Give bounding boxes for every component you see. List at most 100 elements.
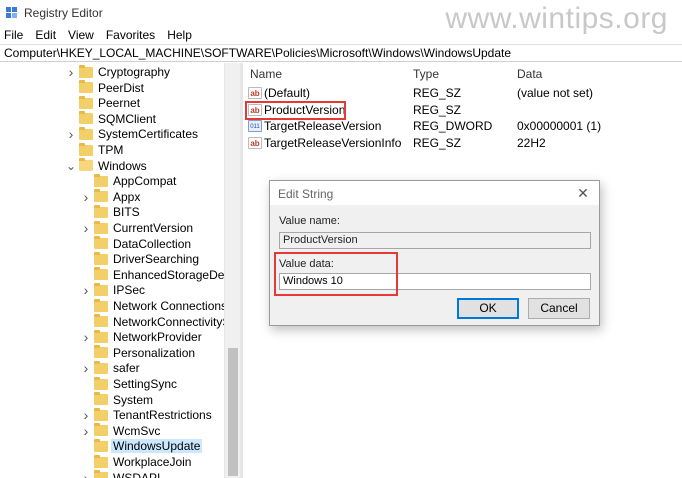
- folder-icon: [94, 360, 108, 374]
- menu-favorites[interactable]: Favorites: [100, 26, 161, 44]
- column-header-data[interactable]: Data: [517, 67, 542, 81]
- tree-item[interactable]: WorkplaceJoin: [81, 454, 193, 470]
- menu-help[interactable]: Help: [161, 26, 198, 44]
- value-data-cell: (value not set): [517, 86, 594, 100]
- value-row[interactable]: ab (Default) REG_SZ (value not set): [243, 85, 682, 101]
- folder-icon: [79, 95, 93, 109]
- chevron-right-icon[interactable]: ›: [81, 189, 91, 205]
- tree-item[interactable]: › TenantRestrictions: [81, 407, 214, 423]
- folder-icon: [94, 454, 108, 468]
- folder-icon: [79, 111, 93, 125]
- tree-item[interactable]: DataCollection: [81, 236, 193, 252]
- value-type-cell: REG_DWORD: [413, 119, 493, 134]
- expander-placeholder: [66, 95, 76, 111]
- folder-icon: [94, 423, 108, 437]
- key-tree: › Cryptography PeerDist Peernet SQMClient › Sy…: [0, 63, 240, 478]
- expander-placeholder: [81, 204, 91, 220]
- tree-item[interactable]: WindowsUpdate: [81, 438, 203, 454]
- value-data-cell: 0x00000001 (1): [517, 119, 602, 134]
- tree-item[interactable]: SettingSync: [81, 376, 179, 392]
- folder-icon: [94, 282, 108, 296]
- column-header-name[interactable]: Name: [250, 67, 282, 81]
- tree-item[interactable]: › WcmSvc: [81, 423, 162, 439]
- chevron-right-icon[interactable]: ›: [81, 360, 91, 376]
- string-value-icon: ab: [248, 137, 262, 150]
- tree-item-label: Windows: [98, 158, 147, 173]
- expander-placeholder: [66, 111, 76, 127]
- tree-item-label: safer: [113, 361, 140, 376]
- chevron-right-icon[interactable]: ›: [66, 64, 76, 80]
- tree-item-label: PeerDist: [98, 80, 145, 95]
- chevron-down-icon[interactable]: ⌄: [66, 158, 76, 174]
- menu-bar: File Edit View Favorites Help: [0, 26, 682, 44]
- tree-item[interactable]: TPM: [66, 142, 125, 158]
- tree-item[interactable]: › Cryptography: [66, 64, 172, 80]
- tree-item[interactable]: DriverSearching: [81, 251, 201, 267]
- tree-item[interactable]: EnhancedStorageDevices: [81, 267, 240, 283]
- tree-item-label: IPSec: [113, 283, 146, 298]
- address-bar[interactable]: Computer\HKEY_LOCAL_MACHINE\SOFTWARE\Pol…: [0, 44, 682, 62]
- tree-item-label: WSDAPI: [113, 470, 161, 478]
- tree-item[interactable]: › NetworkProvider: [81, 329, 204, 345]
- menu-edit[interactable]: Edit: [29, 26, 62, 44]
- tree-item[interactable]: › IPSec: [81, 282, 147, 298]
- close-icon[interactable]: ✕: [575, 185, 591, 202]
- tree-item[interactable]: › safer: [81, 360, 142, 376]
- value-row[interactable]: 011 TargetReleaseVersion REG_DWORD 0x000000…: [243, 118, 682, 134]
- menu-view[interactable]: View: [62, 26, 100, 44]
- tree-item[interactable]: Personalization: [81, 345, 197, 361]
- chevron-right-icon[interactable]: ›: [66, 126, 76, 142]
- tree-item[interactable]: › SystemCertificates: [66, 126, 200, 142]
- tree-item[interactable]: › Appx: [81, 189, 142, 205]
- folder-icon: [94, 298, 108, 312]
- value-row[interactable]: ab TargetReleaseVersionInfo REG_SZ 22H2: [243, 135, 682, 151]
- tree-item[interactable]: System: [81, 392, 155, 408]
- chevron-right-icon[interactable]: ›: [81, 423, 91, 439]
- tree-item[interactable]: BITS: [81, 204, 142, 220]
- tree-item[interactable]: ⌄ Windows: [66, 158, 149, 174]
- chevron-right-icon[interactable]: ›: [81, 282, 91, 298]
- chevron-right-icon[interactable]: ›: [81, 470, 91, 478]
- expander-placeholder: [81, 454, 91, 470]
- expander-placeholder: [81, 438, 91, 454]
- tree-item-label: TPM: [98, 143, 124, 157]
- tree-item-label: DriverSearching: [113, 252, 200, 267]
- tree-item-label: WorkplaceJoin: [113, 455, 192, 469]
- chevron-right-icon[interactable]: ›: [81, 220, 91, 236]
- tree-item[interactable]: AppCompat: [81, 173, 178, 189]
- tree-item[interactable]: Peernet: [66, 95, 142, 111]
- ok-button[interactable]: OK: [457, 298, 519, 319]
- tree-item[interactable]: NetworkConnectivityStatusIndicator: [81, 314, 240, 330]
- folder-icon: [94, 392, 108, 406]
- tree-item[interactable]: SQMClient: [66, 111, 158, 127]
- value-data-cell: 22H2: [517, 136, 546, 151]
- expander-placeholder: [81, 392, 91, 408]
- tree-scrollbar[interactable]: [224, 63, 240, 478]
- chevron-right-icon[interactable]: ›: [81, 407, 91, 423]
- expander-placeholder: [81, 345, 91, 361]
- dialog-title-bar: Edit String ✕: [270, 181, 599, 205]
- tree-item-label: Appx: [113, 189, 141, 204]
- folder-icon: [94, 470, 108, 478]
- expander-placeholder: [81, 314, 91, 330]
- tree-item-label: NetworkConnectivityStatusIndicator: [113, 314, 240, 329]
- tree-item[interactable]: PeerDist: [66, 80, 146, 96]
- tree-item[interactable]: › CurrentVersion: [81, 220, 195, 236]
- tree-item[interactable]: › WSDAPI: [81, 470, 162, 478]
- expander-placeholder: [81, 376, 91, 392]
- value-name-label: Value name:: [279, 215, 340, 227]
- expander-placeholder: [81, 236, 91, 252]
- tree-scrollbar-thumb[interactable]: [228, 348, 238, 476]
- tree-item[interactable]: Network Connections: [81, 298, 229, 314]
- menu-file[interactable]: File: [0, 26, 29, 44]
- tree-item-label: SettingSync: [113, 377, 178, 391]
- column-header-type[interactable]: Type: [413, 67, 439, 81]
- expander-placeholder: [66, 142, 76, 158]
- folder-icon: [79, 158, 93, 172]
- chevron-right-icon[interactable]: ›: [81, 329, 91, 345]
- folder-icon: [79, 80, 93, 94]
- value-type-cell: REG_SZ: [413, 102, 462, 117]
- registry-editor-icon: [6, 7, 17, 18]
- cancel-button[interactable]: Cancel: [528, 298, 590, 319]
- tree-item-label: AppCompat: [113, 174, 177, 189]
